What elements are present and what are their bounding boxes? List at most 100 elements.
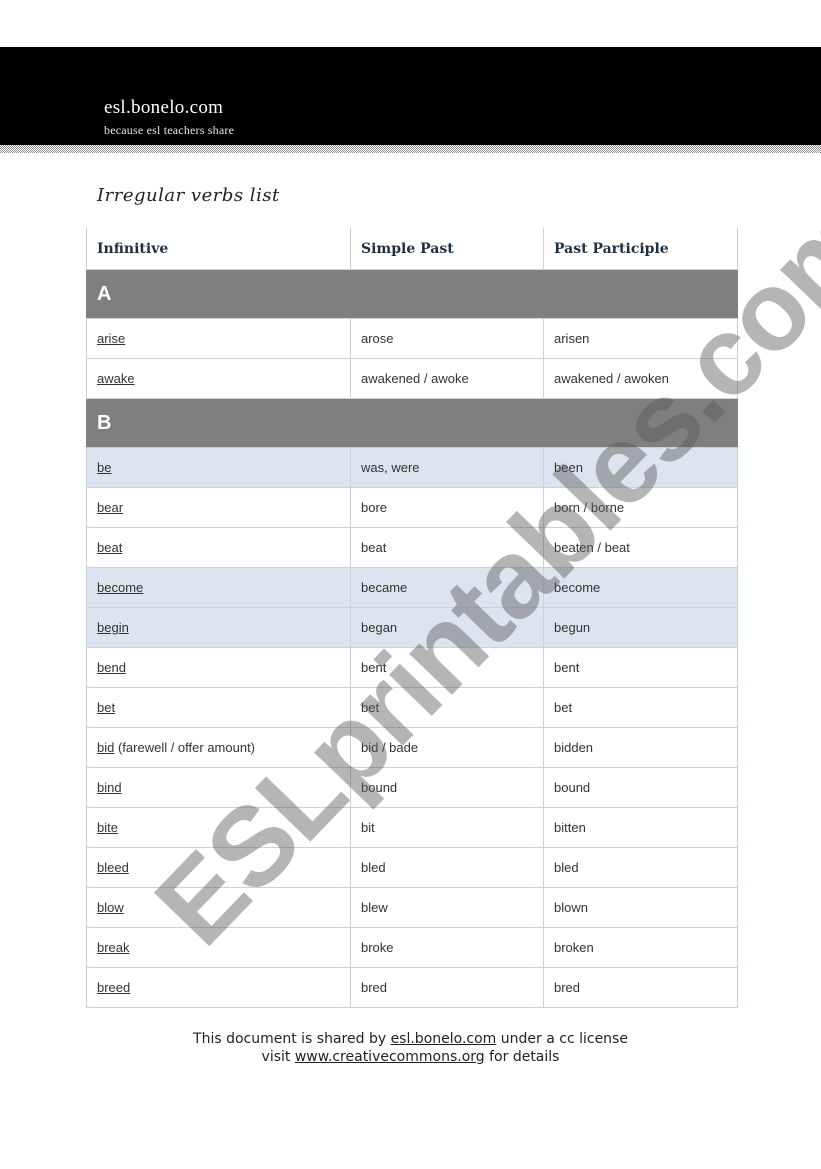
simple-past-cell: was, were: [350, 447, 544, 488]
footer-line-1: This document is shared by esl.bonelo.co…: [0, 1030, 821, 1048]
site-header: esl.bonelo.com because esl teachers shar…: [0, 47, 821, 145]
infinitive-cell: blow: [86, 887, 351, 928]
simple-past-cell: became: [350, 567, 544, 608]
footer-text: This document is shared by: [193, 1031, 391, 1047]
verb-row: awake awakened / awoke awakened / awoken: [86, 358, 738, 399]
verb-link[interactable]: bid: [97, 740, 114, 755]
verb-row: begin began begun: [86, 607, 738, 648]
infinitive-cell: breed: [86, 967, 351, 1008]
simple-past-cell: blew: [350, 887, 544, 928]
simple-past-cell: awakened / awoke: [350, 358, 544, 399]
infinitive-cell: bet: [86, 687, 351, 728]
verb-row: become became become: [86, 567, 738, 608]
past-participle-cell: arisen: [543, 318, 738, 359]
past-participle-cell: bred: [543, 967, 738, 1008]
simple-past-cell: bore: [350, 487, 544, 528]
column-header-past-participle: Past Participle: [543, 228, 738, 270]
footer-text: under a cc license: [496, 1031, 628, 1047]
infinitive-cell: bleed: [86, 847, 351, 888]
past-participle-cell: been: [543, 447, 738, 488]
site-name: esl.bonelo.com: [104, 97, 224, 118]
infinitive-cell: bear: [86, 487, 351, 528]
infinitive-cell: begin: [86, 607, 351, 648]
verb-row: blow blew blown: [86, 887, 738, 928]
simple-past-cell: bent: [350, 647, 544, 688]
verb-link[interactable]: bear: [97, 500, 123, 515]
section-header-row: A: [86, 269, 738, 319]
verb-row: bend bent bent: [86, 647, 738, 688]
simple-past-cell: bit: [350, 807, 544, 848]
past-participle-cell: awakened / awoken: [543, 358, 738, 399]
creative-commons-link[interactable]: www.creativecommons.org: [295, 1049, 485, 1065]
document-title: Irregular verbs list: [97, 185, 280, 206]
infinitive-cell: bite: [86, 807, 351, 848]
verb-link[interactable]: bind: [97, 780, 122, 795]
section-header-row: B: [86, 398, 738, 448]
footer-text: visit: [261, 1049, 295, 1065]
past-participle-cell: begun: [543, 607, 738, 648]
verb-row: bet bet bet: [86, 687, 738, 728]
verb-link[interactable]: beat: [97, 540, 122, 555]
verb-row: beat beat beaten / beat: [86, 527, 738, 568]
past-participle-cell: beaten / beat: [543, 527, 738, 568]
footer-text: for details: [484, 1049, 560, 1065]
footer-line-2: visit www.creativecommons.org for detail…: [0, 1048, 821, 1066]
infinitive-cell: become: [86, 567, 351, 608]
verb-link[interactable]: blow: [97, 900, 124, 915]
column-header-simple-past: Simple Past: [350, 228, 544, 270]
verb-link[interactable]: begin: [97, 620, 129, 635]
license-footer: This document is shared by esl.bonelo.co…: [0, 1030, 821, 1066]
infinitive-cell: bind: [86, 767, 351, 808]
past-participle-cell: bitten: [543, 807, 738, 848]
verb-row: bid (farewell / offer amount) bid / bade b…: [86, 727, 738, 768]
past-participle-cell: become: [543, 567, 738, 608]
simple-past-cell: began: [350, 607, 544, 648]
verb-link[interactable]: be: [97, 460, 111, 475]
verb-link[interactable]: awake: [97, 371, 135, 386]
verb-row: be was, were been: [86, 447, 738, 488]
verb-row: bite bit bitten: [86, 807, 738, 848]
verb-link[interactable]: bite: [97, 820, 118, 835]
verb-row: arise arose arisen: [86, 318, 738, 359]
verb-link[interactable]: bend: [97, 660, 126, 675]
infinitive-cell: arise: [86, 318, 351, 359]
simple-past-cell: bled: [350, 847, 544, 888]
infinitive-cell: bid (farewell / offer amount): [86, 727, 351, 768]
verb-row: bind bound bound: [86, 767, 738, 808]
simple-past-cell: arose: [350, 318, 544, 359]
past-participle-cell: bidden: [543, 727, 738, 768]
past-participle-cell: blown: [543, 887, 738, 928]
section-letter: B: [86, 398, 738, 448]
verb-link[interactable]: break: [97, 940, 130, 955]
simple-past-cell: bound: [350, 767, 544, 808]
infinitive-cell: break: [86, 927, 351, 968]
verb-row: breed bred bred: [86, 967, 738, 1008]
verb-link[interactable]: bleed: [97, 860, 129, 875]
simple-past-cell: bid / bade: [350, 727, 544, 768]
simple-past-cell: bet: [350, 687, 544, 728]
verb-link[interactable]: become: [97, 580, 143, 595]
past-participle-cell: born / borne: [543, 487, 738, 528]
past-participle-cell: bound: [543, 767, 738, 808]
simple-past-cell: beat: [350, 527, 544, 568]
simple-past-cell: bred: [350, 967, 544, 1008]
past-participle-cell: bet: [543, 687, 738, 728]
section-letter: A: [86, 269, 738, 319]
table-body: Aarise arose arisen awake awakened / awoke aw…: [86, 269, 738, 1008]
simple-past-cell: broke: [350, 927, 544, 968]
verb-link[interactable]: bet: [97, 700, 115, 715]
verb-link[interactable]: arise: [97, 331, 125, 346]
past-participle-cell: broken: [543, 927, 738, 968]
verb-row: bear bore born / borne: [86, 487, 738, 528]
verb-row: bleed bled bled: [86, 847, 738, 888]
infinitive-cell: be: [86, 447, 351, 488]
irregular-verbs-table: Infinitive Simple Past Past Participle A…: [86, 228, 738, 1008]
table-header-row: Infinitive Simple Past Past Participle: [86, 228, 738, 270]
column-header-infinitive: Infinitive: [86, 228, 351, 270]
verb-note: (farewell / offer amount): [114, 740, 256, 755]
esl-bonelo-link[interactable]: esl.bonelo.com: [391, 1031, 497, 1047]
infinitive-cell: awake: [86, 358, 351, 399]
header-divider: [0, 145, 821, 153]
verb-link[interactable]: breed: [97, 980, 130, 995]
infinitive-cell: bend: [86, 647, 351, 688]
